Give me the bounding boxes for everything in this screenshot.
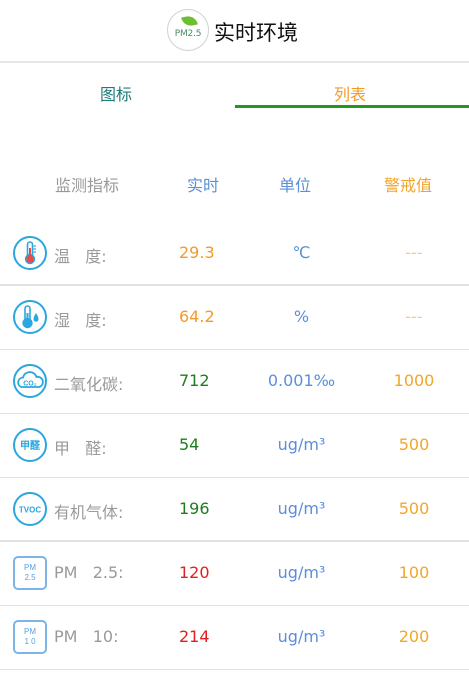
realtime-value: 64.2: [179, 307, 215, 326]
unit-label: ug/m³: [277, 627, 326, 646]
unit-label: %: [293, 307, 310, 326]
realtime-value: 196: [179, 499, 210, 518]
row-divider: [0, 669, 469, 670]
unit-label: ug/m³: [277, 499, 326, 518]
alert-value: 500: [398, 499, 430, 518]
table-row: 温 度: 29.3 ℃ ---: [0, 222, 469, 286]
alert-value: ---: [405, 243, 423, 262]
unit-label: 0.001‰: [267, 371, 336, 390]
thermometer-icon: [13, 236, 47, 270]
svg-text:2.5: 2.5: [24, 573, 36, 582]
svg-text:1 0: 1 0: [24, 637, 36, 646]
column-header-alert: 警戒值: [384, 176, 433, 195]
table-row: TVOC 有机气体: 196 ug/m³ 500: [0, 478, 469, 542]
realtime-value: 120: [179, 563, 210, 582]
pm10-icon: PM 1 0: [13, 620, 47, 654]
alert-value: 500: [398, 435, 430, 454]
indicator-name: 二氧化碳:: [54, 375, 124, 394]
logo-text: PM2.5: [174, 29, 202, 39]
table-row: PM 2.5 PM 2.5: 120 ug/m³ 100: [0, 542, 469, 606]
realtime-value: 54: [179, 435, 200, 454]
column-header-unit: 单位: [279, 176, 312, 195]
realtime-value: 214: [179, 627, 210, 646]
alert-value: 100: [398, 563, 430, 582]
tab-list[interactable]: 列表: [334, 81, 366, 105]
tvoc-icon-text: TVOC: [19, 506, 41, 515]
realtime-value: 29.3: [179, 243, 215, 262]
unit-label: ℃: [292, 243, 311, 262]
column-header-realtime: 实时: [187, 176, 220, 195]
leaf-icon: [181, 14, 198, 28]
humidity-thermometer-icon: [13, 300, 47, 334]
pm10-icon-text: PM 1 0: [24, 627, 36, 646]
pm25-icon-text: PM 2.5: [24, 563, 36, 582]
indicator-name: PM 2.5:: [54, 563, 124, 582]
table-row: CO₂ 二氧化碳: 712 0.001‰ 1000: [0, 350, 469, 414]
tvoc-icon: TVOC: [13, 492, 47, 526]
indicator-name: 温 度:: [54, 247, 107, 266]
table-row: 湿 度: 64.2 % ---: [0, 286, 469, 350]
indicator-name: 有机气体:: [54, 503, 124, 522]
formaldehyde-icon: 甲醛: [13, 428, 47, 462]
formaldehyde-icon-text: 甲醛: [20, 439, 41, 452]
table-row: 甲醛 甲 醛: 54 ug/m³ 500: [0, 414, 469, 478]
co2-icon-text: CO₂: [23, 381, 37, 388]
alert-value: 200: [398, 627, 430, 646]
indicator-name: 甲 醛:: [54, 439, 107, 458]
view-tabs: 图标 列表: [0, 72, 469, 112]
table-row: PM 1 0 PM 10: 214 ug/m³ 200: [0, 606, 469, 670]
co2-cloud-icon: CO₂: [13, 364, 47, 398]
indicator-name: PM 10:: [54, 627, 119, 646]
alert-value: ---: [405, 307, 423, 326]
page-title: 实时环境: [214, 21, 298, 45]
alert-value: 1000: [393, 371, 435, 390]
pm25-logo-icon: PM2.5: [167, 9, 209, 51]
active-tab-indicator: [235, 105, 469, 108]
unit-label: ug/m³: [277, 563, 326, 582]
unit-label: ug/m³: [277, 435, 326, 454]
svg-text:PM: PM: [24, 563, 36, 572]
tab-chart[interactable]: 图标: [100, 81, 132, 105]
indicator-name: 湿 度:: [54, 311, 107, 330]
svg-text:PM: PM: [24, 627, 36, 636]
pm25-icon: PM 2.5: [13, 556, 47, 590]
app-header: PM2.5 实时环境: [0, 0, 469, 63]
realtime-value: 712: [179, 371, 210, 390]
header-divider: [0, 61, 469, 63]
column-header-indicator: 监测指标: [55, 176, 120, 195]
